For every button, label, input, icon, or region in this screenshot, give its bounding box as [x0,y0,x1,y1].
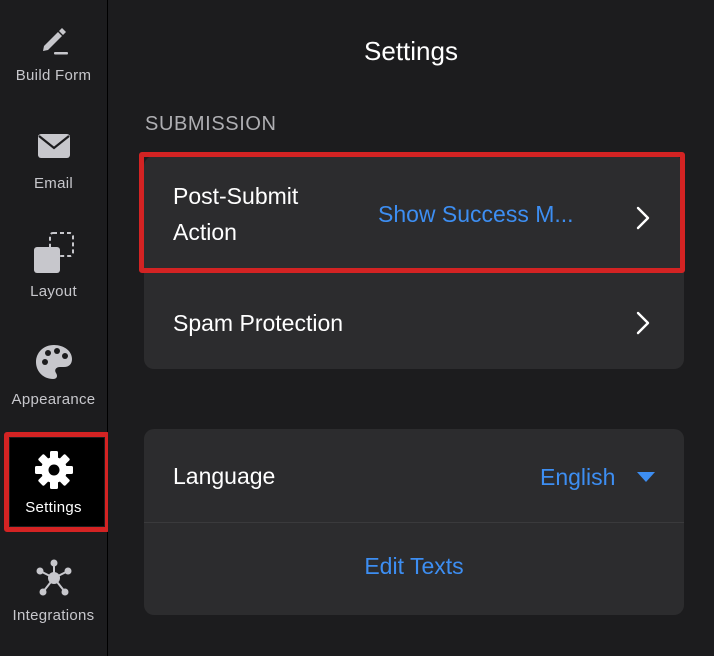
language-row[interactable]: Language English [144,429,684,522]
page-title: Settings [364,36,458,66]
settings-panel: Settings SUBMISSION Post-Submit Action S… [108,0,714,656]
edit-texts-button[interactable]: Edit Texts [144,553,684,580]
spam-protection-title: Spam Protection [173,310,344,336]
edit-texts-row[interactable]: Edit Texts [144,523,684,615]
sidebar-item-label: Appearance [11,391,96,408]
post-submit-title-line2: Action [173,219,237,245]
language-title: Language [173,463,276,489]
submission-group: Post-Submit Action Show Success M... Spa… [144,156,684,369]
sidebar-item-layout[interactable]: Layout [0,216,107,324]
layout-icon [33,232,74,273]
sidebar-item-appearance[interactable]: Appearance [0,324,107,432]
integrations-icon [36,559,71,596]
sidebar-item-build-form[interactable]: Build Form [0,0,107,108]
sidebar-item-label: Email [33,175,73,192]
chevron-right-icon [636,311,650,335]
sidebar-item-email[interactable]: Email [0,108,107,216]
post-submit-value: Show Success M... [378,201,574,227]
sidebar-item-label: Build Form [15,67,92,84]
language-value[interactable]: English [540,464,615,491]
palette-icon [35,345,72,379]
sidebar-item-label: Integrations [12,607,95,624]
sidebar-item-label: Settings [25,499,82,516]
chevron-right-icon [636,206,650,230]
post-submit-action-row[interactable]: Post-Submit Action Show Success M... [144,156,684,268]
sidebar-item-integrations[interactable]: Integrations [0,540,107,648]
sidebar: Build Form Email Layout Appearance Setti… [0,0,110,656]
envelope-icon [37,134,70,158]
caret-down-icon[interactable] [636,471,656,483]
gear-icon [34,451,73,489]
post-submit-title-line1: Post-Submit [173,183,299,209]
sidebar-item-settings[interactable]: Settings [0,432,107,540]
section-label-submission: SUBMISSION [145,113,277,135]
spam-protection-row[interactable]: Spam Protection [144,269,684,369]
pencil-icon [42,28,68,55]
language-group: Language English Edit Texts [144,429,684,615]
sidebar-item-label: Layout [30,283,77,300]
